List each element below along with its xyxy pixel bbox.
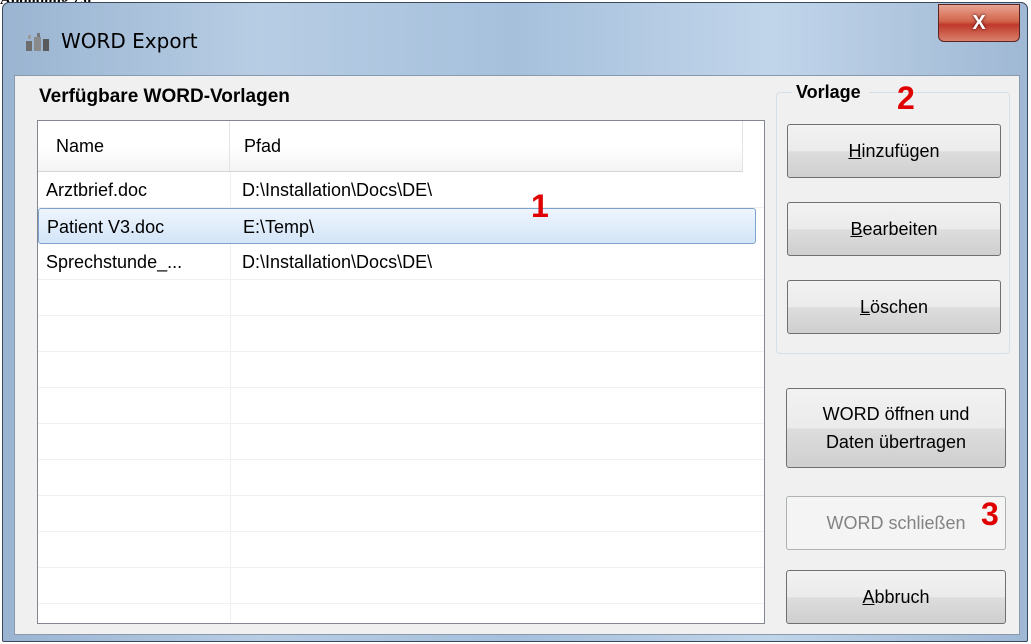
empty-row — [38, 316, 764, 352]
bearbeiten-label: Bearbeiten — [850, 215, 937, 243]
empty-row — [38, 532, 764, 568]
mnemonic-h: H — [848, 141, 862, 161]
close-icon: X — [972, 12, 986, 34]
hinzufuegen-label: Hinzufügen — [848, 137, 939, 165]
close-button[interactable]: X — [938, 4, 1020, 42]
mnemonic-b: B — [850, 219, 863, 239]
row-name: Sprechstunde_... — [46, 252, 183, 272]
loeschen-label: Löschen — [860, 293, 928, 321]
row-name: Arztbrief.doc — [46, 180, 148, 200]
column-header-name[interactable]: Name — [38, 121, 230, 171]
app-icon — [26, 33, 49, 51]
empty-row — [38, 352, 764, 388]
window-title: WORD Export — [61, 29, 198, 53]
marker-1: 1 — [531, 188, 549, 224]
open-word-line2: Daten übertragen — [825, 432, 967, 452]
empty-row — [38, 388, 764, 424]
list-row-selected[interactable]: Patient V3.doc E:\Temp\ — [38, 208, 756, 244]
empty-row — [38, 460, 764, 496]
word-export-dialog: WORD Export X Verfügbare WORD-Vorlagen N… — [2, 2, 1028, 642]
abbruch-button[interactable]: Abbruch — [786, 570, 1006, 624]
marker-3: 3 — [981, 496, 999, 532]
list-row[interactable]: Arztbrief.doc D:\Installation\Docs\DE\ — [38, 172, 764, 208]
empty-row — [38, 424, 764, 460]
template-list-title: Verfügbare WORD-Vorlagen — [39, 86, 290, 107]
empty-row — [38, 496, 764, 532]
column-header-pfad[interactable]: Pfad — [230, 121, 743, 171]
abbruch-label: Abbruch — [862, 583, 929, 611]
mnemonic-l: L — [859, 297, 870, 317]
list-rows: Arztbrief.doc D:\Installation\Docs\DE\ P… — [38, 172, 764, 604]
close-word-label: WORD schließen — [826, 513, 966, 533]
empty-row — [38, 568, 764, 604]
abbruch-rest: bbruch — [874, 587, 930, 607]
close-word-button[interactable]: WORD schließen — [786, 496, 1006, 550]
bearbeiten-button[interactable]: Bearbeiten — [787, 202, 1001, 256]
empty-row — [38, 280, 764, 316]
hinzufuegen-button[interactable]: Hinzufügen — [787, 124, 1001, 178]
hinzufuegen-rest: inzufügen — [861, 141, 940, 161]
vorlage-group-label: Vorlage — [792, 82, 869, 103]
row-path: D:\Installation\Docs\DE\ — [242, 252, 433, 272]
mnemonic-a: A — [862, 587, 875, 607]
bearbeiten-rest: earbeiten — [862, 219, 938, 239]
dialog-body: Verfügbare WORD-Vorlagen Name Pfad Arztb… — [14, 75, 1020, 635]
marker-2: 2 — [897, 80, 915, 116]
loeschen-button[interactable]: Löschen — [787, 280, 1001, 334]
list-header: Name Pfad — [38, 121, 743, 172]
list-row[interactable]: Sprechstunde_... D:\Installation\Docs\DE… — [38, 244, 764, 280]
open-word-line1: WORD öffnen und — [822, 404, 970, 424]
row-name: Patient V3.doc — [47, 217, 165, 237]
open-word-button[interactable]: WORD öffnen und Daten übertragen — [786, 388, 1006, 468]
loeschen-rest: öschen — [869, 297, 929, 317]
template-listview[interactable]: Name Pfad Arztbrief.doc D:\Installation\… — [37, 120, 765, 624]
row-path: E:\Temp\ — [243, 217, 315, 237]
row-path: D:\Installation\Docs\DE\ — [242, 180, 433, 200]
title-bar[interactable]: WORD Export X — [3, 3, 1027, 79]
